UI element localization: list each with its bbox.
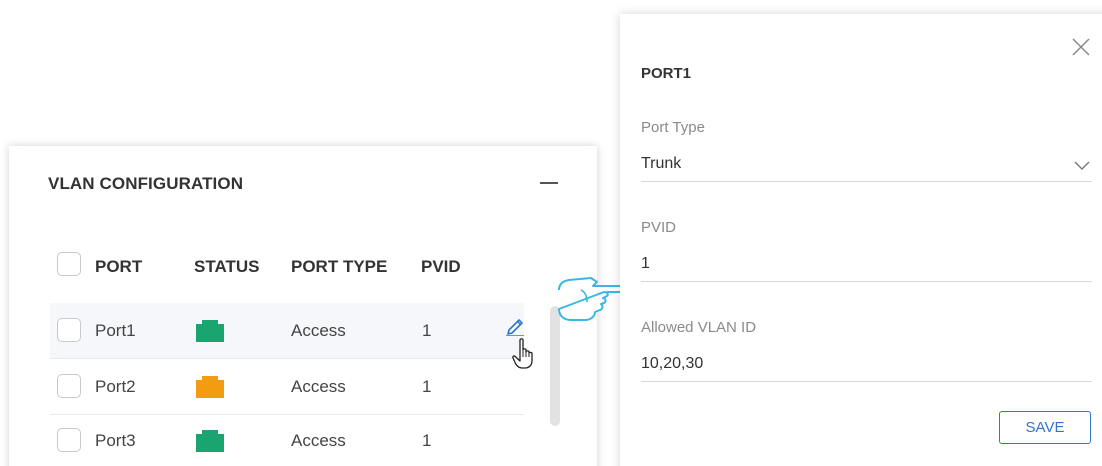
port-name: Port3 xyxy=(95,431,136,450)
pvid-label: PVID xyxy=(641,219,677,236)
port-type: Access xyxy=(291,321,346,340)
vlan-configuration-panel: VLAN CONFIGURATION PORT STATUS PORT TYPE… xyxy=(9,146,597,466)
pvid-value: 1 xyxy=(422,321,432,340)
pvid-input[interactable]: 1 xyxy=(641,252,1092,282)
port-status-icon xyxy=(196,376,224,398)
port-status-icon xyxy=(196,320,224,342)
table-row[interactable]: Port2 Access 1 xyxy=(50,359,524,415)
chevron-down-icon xyxy=(1074,161,1090,170)
port-name: Port2 xyxy=(95,377,136,396)
scrollbar[interactable] xyxy=(550,306,560,426)
drawer-title: PORT1 xyxy=(641,65,692,82)
hand-pointer-icon xyxy=(512,338,533,369)
table-row[interactable]: Port3 Access 1 xyxy=(50,415,524,466)
port-status-icon xyxy=(196,430,224,452)
port-type-select[interactable]: Trunk xyxy=(641,152,1092,182)
port-type-label: Port Type xyxy=(641,119,705,136)
row-checkbox[interactable] xyxy=(57,428,81,452)
pvid-value: 1 xyxy=(422,431,432,450)
port-type-selected-value: Trunk xyxy=(641,155,682,172)
row-checkbox[interactable] xyxy=(57,318,81,342)
table-row[interactable]: Port1 Access 1 xyxy=(50,303,524,359)
column-header-port: PORT xyxy=(95,257,143,276)
row-checkbox[interactable] xyxy=(57,374,81,398)
save-button[interactable]: SAVE xyxy=(999,411,1091,444)
column-header-status: STATUS xyxy=(194,257,260,276)
pvid-value: 1 xyxy=(422,377,432,396)
port-settings-drawer: PORT1 Port Type Trunk PVID 1 Allowed VLA… xyxy=(620,14,1102,466)
minus-icon[interactable] xyxy=(540,182,558,184)
page: VLAN CONFIGURATION PORT STATUS PORT TYPE… xyxy=(0,0,1102,466)
allowed-vlan-input[interactable]: 10,20,30 xyxy=(641,352,1092,382)
select-all-checkbox[interactable] xyxy=(57,252,81,276)
allowed-vlan-label: Allowed VLAN ID xyxy=(641,319,757,336)
pencil-icon[interactable] xyxy=(504,314,526,336)
column-header-pvid: PVID xyxy=(421,257,461,276)
port-type: Access xyxy=(291,431,346,450)
column-header-port-type: PORT TYPE xyxy=(291,257,388,276)
close-icon[interactable] xyxy=(1071,37,1091,57)
port-type: Access xyxy=(291,377,346,396)
port-name: Port1 xyxy=(95,321,136,340)
panel-title: VLAN CONFIGURATION xyxy=(48,174,244,193)
